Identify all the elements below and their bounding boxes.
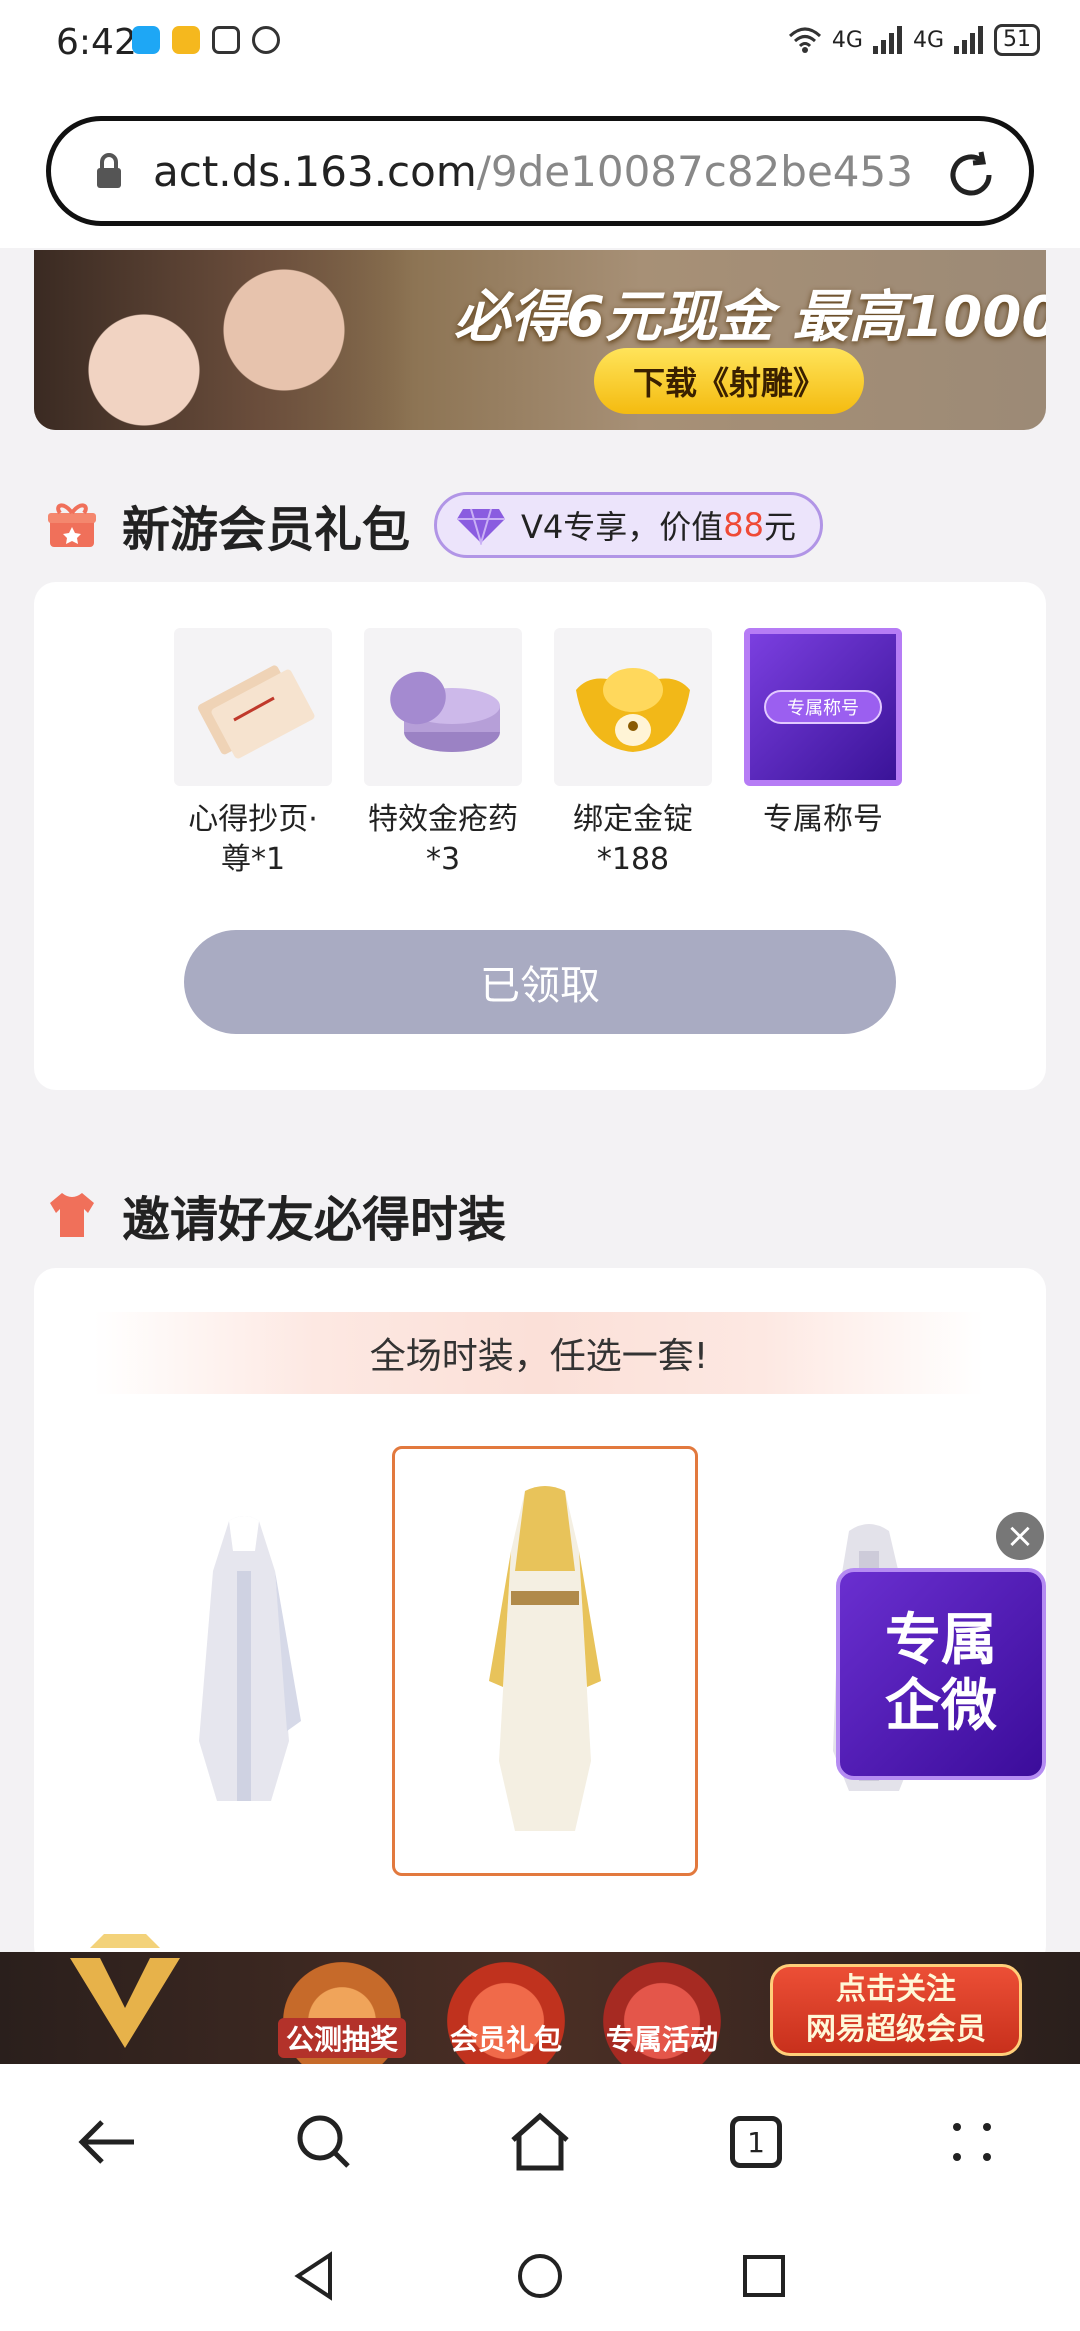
system-home-button[interactable] — [512, 2248, 568, 2304]
title-badge-text: 专属称号 — [764, 690, 882, 724]
gift-label: 特效金疮药*3 — [368, 802, 518, 877]
gift-item: 特效金疮药*3 — [364, 628, 522, 880]
network-label: 4G — [831, 27, 863, 53]
promo-lottery[interactable]: 公测抽奖 — [272, 1962, 412, 2080]
outfit-option[interactable] — [154, 1446, 334, 1876]
promo-gift[interactable]: 会员礼包 — [436, 1962, 576, 2080]
outfit-banner-text: 全场时装，任选一套! — [94, 1312, 984, 1394]
badge-value: 88 — [723, 506, 764, 544]
promo-activity[interactable]: 专属活动 — [592, 1962, 732, 2080]
promo-label: 会员礼包 — [449, 2023, 562, 2056]
gold-white-robe-image — [489, 1486, 601, 1831]
gift-image-medicine — [364, 628, 522, 786]
promo-label: 公测抽奖 — [277, 2018, 406, 2058]
back-button[interactable] — [70, 2104, 146, 2180]
vip-logo-icon — [70, 1934, 180, 2048]
gift-section-title: 新游会员礼包 — [122, 502, 411, 558]
browser-toolbar: 1 — [0, 2064, 1080, 2222]
gift-item: 专属称号 专属称号 — [744, 628, 902, 880]
wecom-label-line2: 企微 — [885, 1674, 997, 1739]
banner-headline: 必得6元现金 最高1000元 — [454, 285, 1046, 350]
promo-label: 专属活动 — [605, 2023, 718, 2056]
gift-icon — [48, 503, 96, 547]
gift-label: 心得抄页·尊*1 — [188, 802, 318, 877]
wifi-icon — [788, 27, 821, 53]
close-icon[interactable]: × — [996, 1512, 1044, 1560]
tabs-button[interactable]: 1 — [718, 2104, 794, 2180]
clock: 6:42 — [56, 22, 137, 63]
system-recents-button[interactable] — [736, 2248, 792, 2304]
tabs-count: 1 — [730, 2116, 782, 2168]
gift-image-scroll — [174, 628, 332, 786]
home-icon — [511, 2112, 569, 2171]
follow-vip-button[interactable]: 点击关注 网易超级会员 — [770, 1964, 1022, 2056]
gift-image-gold — [554, 628, 712, 786]
gift-label: 专属称号 — [763, 802, 883, 837]
gift-image-title-badge: 专属称号 — [744, 628, 902, 786]
exclusive-wecom-button[interactable]: 专属 企微 — [836, 1568, 1046, 1780]
gift-card: 心得抄页·尊*1 特效金疮药*3 绑定金锭*188 专属称号 专属称号 已领取 — [34, 582, 1046, 1090]
battery-level: 51 — [994, 24, 1040, 56]
gift-section-header: 新游会员礼包 V4专享，价值 88 元 — [46, 490, 824, 560]
dots-menu-icon — [953, 2123, 991, 2161]
promo-banner[interactable]: 必得6元现金 最高1000元 下载《射雕》 — [34, 250, 1046, 430]
lock-icon — [97, 153, 121, 188]
circle-home-icon — [518, 2254, 562, 2298]
url-path: /9de10087c82be453/ — [476, 146, 913, 196]
gift-list: 心得抄页·尊*1 特效金疮药*3 绑定金锭*188 专属称号 专属称号 — [174, 628, 902, 880]
mute-icon — [252, 26, 280, 54]
download-game-button[interactable]: 下载《射雕》 — [594, 348, 864, 414]
diamond-icon — [457, 508, 506, 545]
cta-line2: 网易超级会员 — [806, 2012, 986, 2047]
mail-app-icon — [172, 26, 200, 54]
vip-value-badge: V4专享，价值 88 元 — [434, 492, 824, 558]
gift-label: 绑定金锭*188 — [573, 802, 693, 877]
url-domain: act.ds.163.com — [153, 146, 477, 196]
system-navigation — [0, 2222, 1080, 2331]
wecom-label-line1: 专属 — [885, 1608, 997, 1673]
gold-ingot-icon — [576, 668, 690, 752]
cta-line1: 点击关注 — [836, 1972, 956, 2007]
invite-section-header: 邀请好友必得时装 — [46, 1180, 506, 1250]
gift-item: 绑定金锭*188 — [554, 628, 712, 880]
status-bar: 6:42 4G 4G 51 — [0, 0, 1080, 90]
system-back-button[interactable] — [286, 2248, 342, 2304]
address-bar[interactable]: act.ds.163.com/9de10087c82be453/ — [46, 116, 1034, 226]
signal-icon — [954, 26, 983, 54]
shirt-icon — [50, 1193, 94, 1237]
badge-suffix: 元 — [764, 508, 797, 546]
claimed-button[interactable]: 已领取 — [184, 930, 896, 1034]
badge-prefix: V4专享，价值 — [521, 508, 724, 546]
promo-bar: 公测抽奖 会员礼包 专属活动 点击关注 网易超级会员 — [0, 1934, 1080, 2080]
address-bar-area: act.ds.163.com/9de10087c82be453/ — [0, 90, 1080, 248]
gift-item: 心得抄页·尊*1 — [174, 628, 332, 880]
status-right: 4G 4G 51 — [788, 24, 1040, 56]
chat-app-icon — [132, 26, 160, 54]
notification-icons — [132, 26, 280, 54]
url-text[interactable]: act.ds.163.com/9de10087c82be453/ — [153, 147, 913, 196]
search-button[interactable] — [286, 2104, 362, 2180]
invite-section-title: 邀请好友必得时装 — [122, 1192, 507, 1248]
square-recents-icon — [743, 2255, 785, 2297]
outfit-option-selected[interactable] — [392, 1446, 698, 1876]
scroll-icon — [198, 665, 315, 759]
triangle-back-icon — [294, 2251, 332, 2301]
white-robe-image — [199, 1516, 301, 1801]
medicine-box-icon — [390, 671, 500, 752]
home-button[interactable] — [502, 2104, 578, 2180]
nfc-icon — [212, 26, 240, 54]
menu-button[interactable] — [934, 2104, 1010, 2180]
search-icon — [297, 2115, 350, 2168]
banner-characters-image — [34, 250, 414, 430]
reload-icon[interactable] — [943, 147, 999, 203]
signal-icon — [872, 26, 902, 54]
back-arrow-icon — [78, 2120, 134, 2164]
network-label: 4G — [912, 27, 944, 53]
